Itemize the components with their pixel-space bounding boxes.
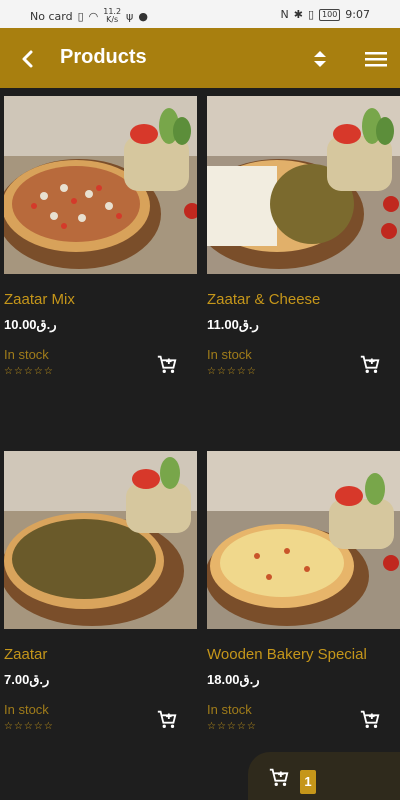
product-image [207, 451, 400, 629]
add-to-cart-icon[interactable] [156, 708, 178, 730]
nfc-icon: N [280, 8, 289, 21]
sort-icon [314, 51, 326, 67]
rating-stars: ☆☆☆☆☆ [4, 721, 54, 732]
product-name: Zaatar [4, 646, 48, 663]
sort-button[interactable] [306, 45, 334, 73]
product-card[interactable]: Wooden Bakery Special 18.00ر.ق In stock … [207, 443, 400, 773]
vibrate-icon: ▯ [307, 8, 315, 21]
product-image [4, 96, 197, 274]
back-button[interactable] [14, 45, 42, 73]
product-name: Wooden Bakery Special [207, 646, 367, 663]
stock-status: In stock [4, 347, 49, 362]
wifi-icon: ◠ [88, 9, 99, 23]
product-card[interactable]: Zaatar 7.00ر.ق In stock ☆☆☆☆☆ [4, 443, 197, 773]
clock: 9:07 [345, 8, 370, 21]
app-bar: Products [0, 28, 400, 88]
network-speed: 11.2 K/s [103, 8, 121, 24]
product-image [207, 96, 400, 274]
back-arrow-icon [22, 50, 33, 68]
product-grid: Zaatar Mix 10.00ر.ق In stock ☆☆☆☆☆ Zaata… [0, 88, 400, 800]
rating-stars: ☆☆☆☆☆ [4, 366, 54, 377]
rating-stars: ☆☆☆☆☆ [207, 721, 257, 732]
cart-count-badge: 1 [300, 770, 316, 794]
stock-status: In stock [207, 702, 252, 717]
rating-stars: ☆☆☆☆☆ [207, 366, 257, 377]
sim-icon: ▯ [77, 9, 84, 23]
add-to-cart-icon[interactable] [359, 708, 381, 730]
battery-icon: 100 [319, 8, 341, 21]
product-name: Zaatar Mix [4, 291, 75, 308]
cart-icon[interactable] [268, 766, 290, 788]
stock-status: In stock [4, 702, 49, 717]
status-bar: No card ▯ ◠ 11.2 K/s ψ ● N ✱ ▯ 100 9:07 [0, 0, 400, 28]
product-price: 18.00ر.ق [207, 672, 260, 687]
product-price: 7.00ر.ق [4, 672, 50, 687]
menu-button[interactable] [362, 45, 390, 73]
hamburger-icon [365, 52, 387, 67]
product-price: 11.00ر.ق [207, 317, 259, 332]
product-name: Zaatar & Cheese [207, 291, 321, 308]
carrier-label: No card [30, 9, 73, 23]
bluetooth-icon: ✱ [293, 8, 303, 21]
product-card[interactable]: Zaatar & Cheese 11.00ر.ق In stock ☆☆☆☆☆ [207, 88, 400, 418]
stock-status: In stock [207, 347, 252, 362]
page-title: Products [60, 46, 147, 68]
product-price: 10.00ر.ق [4, 317, 57, 332]
product-card[interactable]: Zaatar Mix 10.00ر.ق In stock ☆☆☆☆☆ [4, 88, 197, 418]
add-to-cart-icon[interactable] [359, 353, 381, 375]
usb-icon: ψ [126, 9, 134, 23]
speed-unit: K/s [106, 15, 119, 24]
cart-bar[interactable]: 1 [248, 752, 400, 800]
facebook-icon: ● [138, 9, 148, 23]
add-to-cart-icon[interactable] [156, 353, 178, 375]
product-image [4, 451, 197, 629]
